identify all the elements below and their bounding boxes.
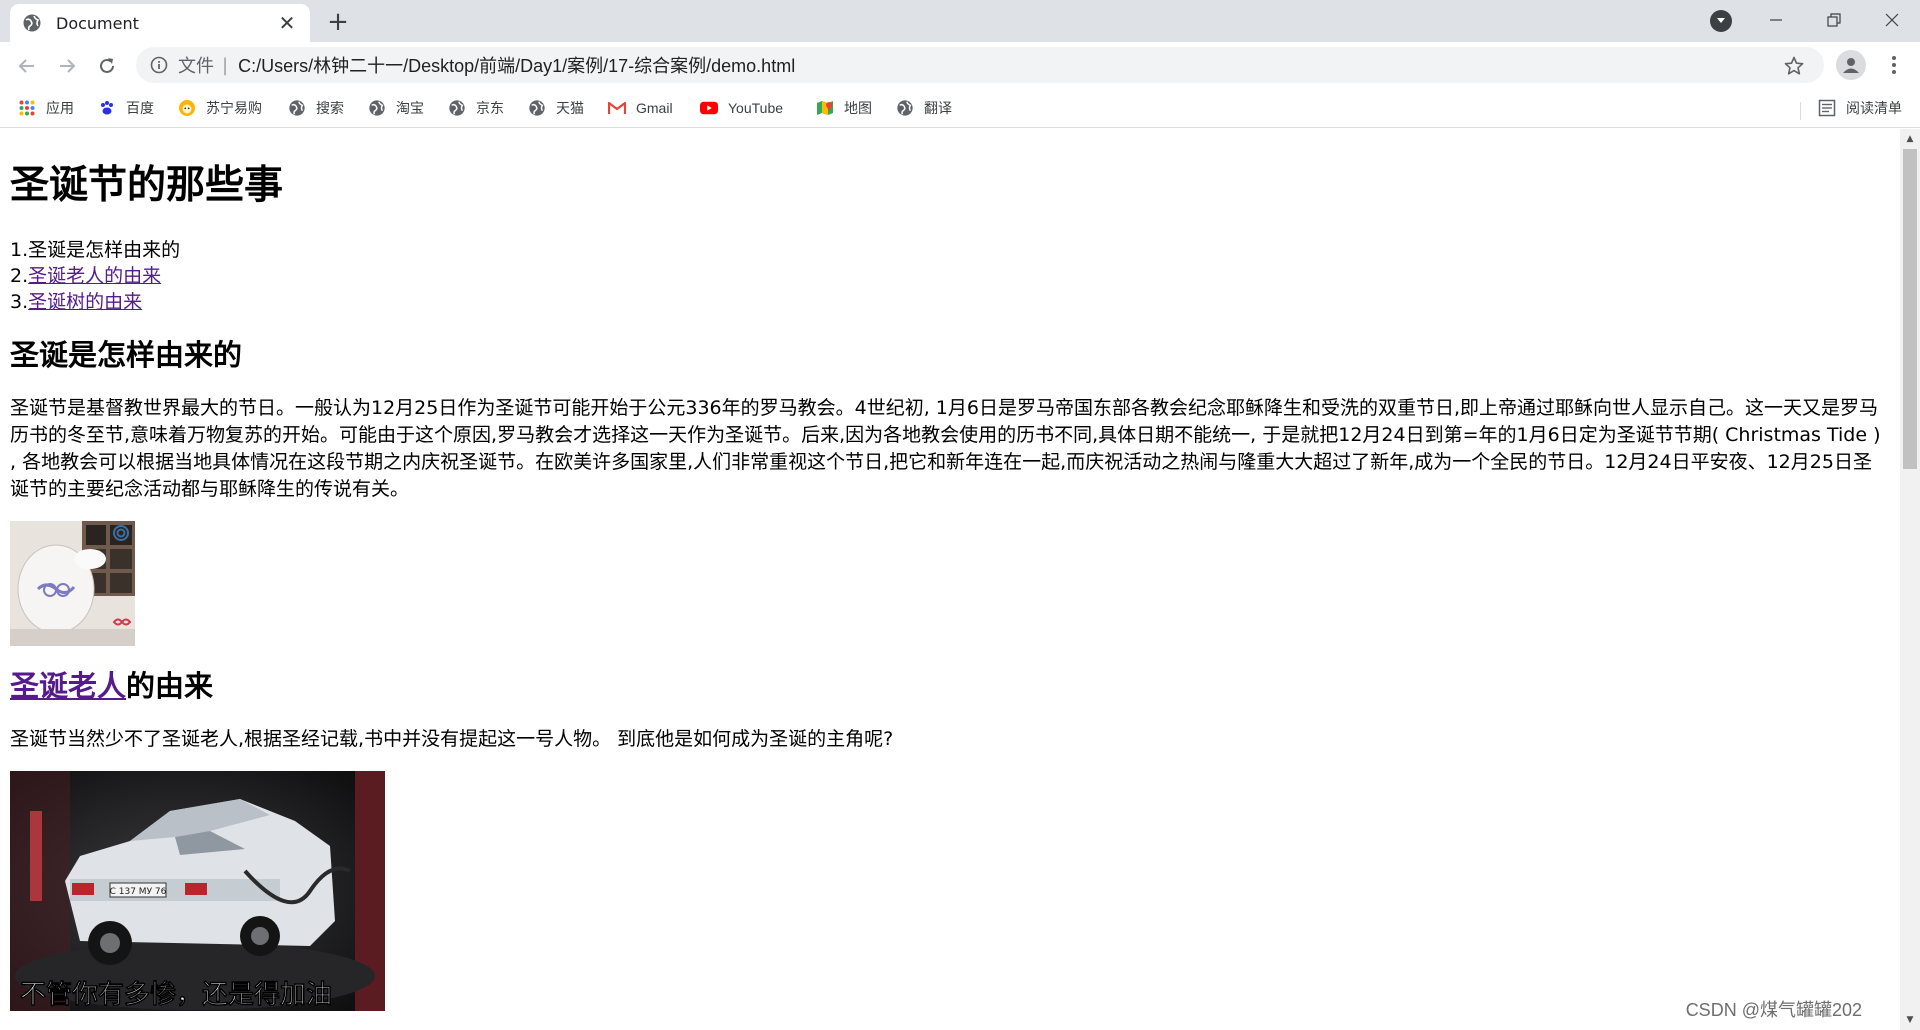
- arrow-left-icon: [18, 59, 34, 73]
- table-of-contents: 1.圣诞是怎样由来的 2.圣诞老人的由来 3.圣诞树的由来: [10, 237, 1890, 315]
- globe-icon: [288, 99, 306, 117]
- youtube-icon: [700, 99, 718, 117]
- bookmark-search[interactable]: 搜索: [288, 96, 344, 120]
- bookmark-suning[interactable]: 苏宁易购: [178, 96, 262, 120]
- info-icon[interactable]: [150, 56, 168, 74]
- bookmark-label: 百度: [126, 100, 154, 116]
- bookmark-youtube[interactable]: YouTube: [700, 96, 783, 120]
- bookmark-label: 搜索: [316, 100, 344, 116]
- toc-item: 3.圣诞树的由来: [10, 289, 1890, 315]
- globe-icon: [448, 99, 466, 117]
- bookmark-label: 翻译: [924, 100, 952, 116]
- tab-title: Document: [56, 13, 139, 33]
- baidu-paw-icon: [98, 99, 116, 117]
- apps-grid-icon: [18, 99, 36, 117]
- scheme-separator: |: [222, 54, 229, 76]
- image-caption: 不管你有多惨，还是得加油: [20, 979, 332, 1010]
- scheme-label: 文件: [178, 56, 214, 77]
- toc-number: 2.: [10, 265, 29, 287]
- bookmark-star-icon[interactable]: [1784, 56, 1804, 76]
- globe-icon: [23, 14, 41, 32]
- new-tab-button[interactable]: +: [324, 7, 352, 37]
- tab-document[interactable]: Document ✕: [10, 4, 310, 42]
- toc-item: 1.圣诞是怎样由来的: [10, 237, 1890, 263]
- toc-number: 3.: [10, 291, 29, 313]
- section1-heading: 圣诞是怎样由来的: [10, 338, 243, 372]
- bookmark-label: Gmail: [636, 100, 673, 116]
- section2-heading: 圣诞老人的由来: [10, 668, 1890, 704]
- address-bar[interactable]: 文件 | C:/Users/林钟二十一/Desktop/前端/Day1/案例/1…: [136, 47, 1824, 83]
- bookmark-label: 天猫: [556, 100, 584, 116]
- piggy-bank-image: [10, 521, 135, 646]
- reload-button[interactable]: [92, 51, 122, 81]
- url-text[interactable]: C:/Users/林钟二十一/Desktop/前端/Day1/案例/17-综合案…: [238, 52, 795, 78]
- minimize-icon[interactable]: [1748, 0, 1804, 40]
- page-viewport: 圣诞节的那些事 1.圣诞是怎样由来的 2.圣诞老人的由来 3.圣诞树的由来 圣诞…: [0, 129, 1900, 1030]
- santa-heading-link[interactable]: 圣诞老人: [10, 669, 126, 703]
- divider: [1800, 102, 1801, 120]
- toc-text: 圣诞是怎样由来的: [28, 239, 181, 261]
- toc-link-santa[interactable]: 圣诞老人的由来: [28, 265, 161, 287]
- bookmark-taobao[interactable]: 淘宝: [368, 96, 424, 120]
- section1-paragraph: 圣诞节是基督教世界最大的节日。一般认为12月25日作为圣诞节可能开始于公元336…: [10, 397, 1881, 500]
- restore-icon[interactable]: [1806, 0, 1862, 40]
- forward-button[interactable]: [52, 51, 82, 81]
- section2-heading-rest: 的由来: [126, 669, 214, 703]
- back-button[interactable]: [12, 51, 42, 81]
- tab-strip: Document ✕ +: [0, 0, 1920, 42]
- tab-search-icon[interactable]: [1710, 10, 1732, 32]
- scroll-down-arrow-icon[interactable]: ▼: [1900, 1012, 1920, 1028]
- globe-icon: [368, 99, 386, 117]
- suning-icon: [178, 99, 196, 117]
- page-title: 圣诞节的那些事: [10, 163, 284, 208]
- bookmark-tmall[interactable]: 天猫: [528, 96, 584, 120]
- wrecked-car-image: С 137 МУ 76 不管你有多惨，还是得加油: [10, 771, 385, 1011]
- section2-paragraph: 圣诞节当然少不了圣诞老人,根据圣经记载,书中并没有提起这一号人物。 到底他是如何…: [10, 728, 894, 750]
- vertical-scrollbar[interactable]: ▲ ▼: [1900, 129, 1920, 1030]
- scrollbar-thumb[interactable]: [1903, 149, 1917, 469]
- page-body: 圣诞节的那些事 1.圣诞是怎样由来的 2.圣诞老人的由来 3.圣诞树的由来 圣诞…: [0, 129, 1900, 1011]
- toolbar: 文件 | C:/Users/林钟二十一/Desktop/前端/Day1/案例/1…: [0, 42, 1920, 88]
- toc-link-tree[interactable]: 圣诞树的由来: [28, 291, 142, 313]
- bookmark-label: YouTube: [728, 100, 784, 116]
- bookmark-jd[interactable]: 京东: [448, 96, 504, 120]
- bookmark-label: 京东: [476, 100, 504, 116]
- close-tab-icon[interactable]: ✕: [276, 11, 298, 35]
- maps-icon: [816, 99, 834, 117]
- scroll-up-arrow-icon[interactable]: ▲: [1900, 131, 1920, 147]
- bookmark-maps[interactable]: 地图: [816, 96, 872, 120]
- toc-number: 1.: [10, 239, 29, 261]
- bookmark-label: 淘宝: [396, 100, 424, 116]
- close-window-icon[interactable]: [1864, 0, 1920, 40]
- csdn-watermark: CSDN @煤气罐罐202: [1685, 1000, 1862, 1020]
- toc-item: 2.圣诞老人的由来: [10, 263, 1890, 289]
- bookmarks-bar: 应用 百度 苏宁易购 搜索 淘宝 京东 天猫 Gmail YouTube 地图 …: [0, 88, 1920, 128]
- reading-list-icon: [1818, 99, 1836, 117]
- license-plate: С 137 МУ 76: [110, 887, 167, 897]
- bookmark-apps[interactable]: 应用: [18, 96, 74, 120]
- reading-list-label: 阅读清单: [1846, 101, 1902, 117]
- reload-icon: [100, 58, 114, 73]
- bookmark-gmail[interactable]: Gmail: [608, 96, 673, 120]
- gmail-icon: [608, 99, 626, 117]
- menu-kebab-icon[interactable]: [1884, 52, 1904, 78]
- bookmark-label: 地图: [844, 100, 872, 116]
- globe-icon: [528, 99, 546, 117]
- bookmark-baidu[interactable]: 百度: [98, 96, 154, 120]
- bookmark-label: 苏宁易购: [206, 100, 262, 116]
- profile-avatar-icon[interactable]: [1836, 50, 1866, 80]
- bookmark-translate[interactable]: 翻译: [896, 96, 952, 120]
- reading-list-button[interactable]: 阅读清单: [1818, 96, 1902, 120]
- globe-icon: [896, 99, 914, 117]
- bookmark-label: 应用: [46, 100, 74, 116]
- arrow-right-icon: [60, 59, 76, 73]
